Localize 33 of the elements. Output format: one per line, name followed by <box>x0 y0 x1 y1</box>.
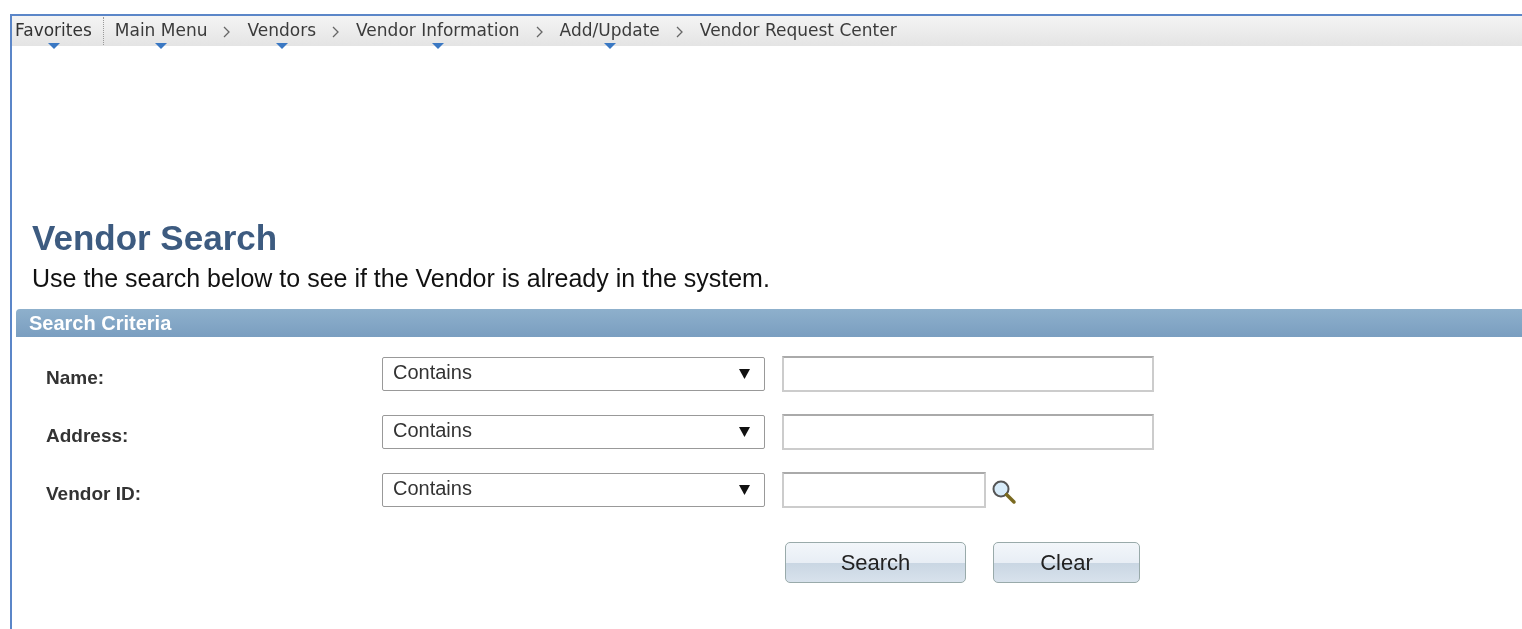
caret-icon <box>739 427 750 437</box>
dropdown-icon <box>275 43 288 49</box>
operator-dropdown[interactable]: Contains <box>382 415 765 449</box>
chevron-icon <box>535 26 544 38</box>
breadcrumb-link[interactable]: Vendor Information <box>352 16 524 46</box>
page-title: Vendor Search <box>32 218 279 258</box>
search-icon[interactable] <box>990 478 1018 506</box>
breadcrumb-link[interactable]: Favorites <box>12 16 96 46</box>
breadcrumb-link[interactable]: Vendors <box>243 16 321 46</box>
operator-dropdown[interactable]: Contains <box>382 357 765 391</box>
chevron-icon <box>332 26 341 38</box>
form-button[interactable]: Clear <box>993 542 1140 583</box>
dropdown-icon <box>603 43 616 49</box>
operator-dropdown[interactable]: Contains <box>382 473 765 507</box>
caret-icon <box>739 485 750 495</box>
chevron-icon <box>675 26 684 38</box>
section-header: Search Criteria <box>16 309 1522 337</box>
field-label: Name: <box>46 366 106 389</box>
text-input[interactable] <box>782 356 1154 392</box>
breadcrumb-link[interactable]: Add/Update <box>555 16 664 46</box>
dropdown-icon <box>155 43 168 49</box>
field-label: Address: <box>46 424 130 447</box>
dropdown-icon <box>47 43 60 49</box>
dropdown-icon <box>431 43 444 49</box>
page-description: Use the search below to see if the Vendor is already in the system. <box>32 264 771 293</box>
text-input[interactable] <box>782 414 1154 450</box>
breadcrumb-link[interactable]: Main Menu <box>110 16 212 46</box>
chevron-icon <box>223 26 232 38</box>
field-label: Vendor ID: <box>46 482 142 505</box>
breadcrumb-link[interactable]: Vendor Request Center <box>695 16 901 46</box>
text-input[interactable] <box>782 472 986 508</box>
caret-icon <box>739 369 750 379</box>
form-button[interactable]: Search <box>785 542 966 583</box>
